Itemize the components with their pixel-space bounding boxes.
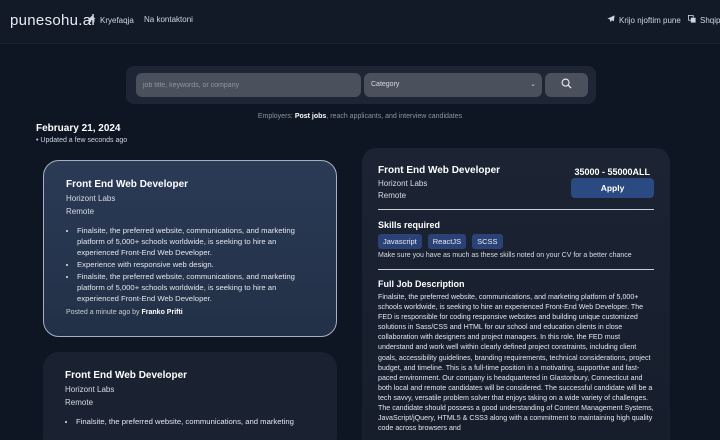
search-icon	[561, 76, 572, 94]
detail-company: Horizont Labs	[378, 179, 428, 188]
search-input[interactable]	[136, 73, 361, 97]
site-logo[interactable]: punesohu.al	[10, 12, 95, 29]
apply-button[interactable]: Apply	[571, 178, 654, 198]
nav-home-label: Kryefaqja	[100, 15, 134, 25]
skills-heading: Skills required	[378, 220, 441, 230]
divider	[378, 209, 654, 210]
employers-suffix: , reach applicants, and interview candid…	[326, 113, 463, 120]
listing-date: February 21, 2024	[36, 123, 121, 134]
job-card-title: Front End Web Developer	[66, 179, 189, 190]
job-card-company: Horizont Labs	[66, 194, 116, 203]
navbar: punesohu.al Kryefaqja Na kontaktoni Krij…	[0, 0, 720, 44]
job-card-title: Front End Web Developer	[65, 370, 188, 381]
job-card-bullet: Experience with responsive web design.	[77, 259, 314, 270]
detail-salary: 35000 - 55000ALL	[574, 167, 650, 177]
updated-status: • Updated a few seconds ago	[36, 137, 128, 144]
language-switcher[interactable]: Shqip	[688, 15, 720, 25]
nav-post-job-label: Krijo njoftim pune	[619, 15, 681, 25]
job-card-bullet: Finalsite, the preferred website, commun…	[76, 416, 315, 427]
category-select-label: Category	[371, 81, 400, 88]
language-label: Shqip	[700, 15, 720, 25]
job-card-posted: Posted a minute ago by Franko Prifti	[66, 309, 314, 316]
job-card-bullets: Finalsite, the preferred website, commun…	[65, 416, 315, 427]
home-icon	[88, 15, 96, 25]
nav-home-link[interactable]: Kryefaqja	[88, 15, 134, 25]
job-card-bullet: Finalsite, the preferred website, commun…	[77, 271, 314, 304]
job-description: Finalsite, the preferred website, commun…	[378, 293, 654, 433]
post-jobs-link[interactable]: Post jobs	[295, 113, 327, 120]
chevron-down-icon: ⌄	[530, 81, 536, 88]
nav-contact-link[interactable]: Na kontaktoni	[144, 15, 193, 24]
translate-icon	[688, 15, 696, 25]
divider	[378, 269, 654, 270]
employers-note: Employers: Post jobs, reach applicants, …	[0, 113, 720, 120]
nav-post-job-link[interactable]: Krijo njoftim pune	[607, 15, 681, 25]
job-card-location: Remote	[66, 207, 95, 216]
paper-plane-icon	[607, 15, 615, 25]
skill-tag: ReactJS	[427, 234, 467, 249]
job-card-location: Remote	[65, 398, 94, 407]
job-card-company: Horizont Labs	[65, 385, 115, 394]
posted-author: Franko Prifti	[141, 309, 183, 316]
skills-note: Make sure you have as much as these skil…	[378, 252, 632, 259]
description-heading: Full Job Description	[378, 279, 465, 289]
search-button[interactable]	[545, 73, 588, 97]
job-card-bullet: Finalsite, the preferred website, commun…	[77, 225, 314, 258]
nav-contact-label: Na kontaktoni	[144, 15, 193, 24]
employers-prefix: Employers:	[257, 113, 293, 120]
detail-title: Front End Web Developer	[378, 165, 501, 176]
skill-tag: Javascript	[378, 234, 422, 249]
skill-tag: SCSS	[472, 234, 503, 249]
posted-time: Posted a minute ago by	[66, 309, 140, 316]
job-detail-panel: Front End Web Developer Horizont Labs Re…	[362, 148, 670, 440]
job-card-bullets: Finalsite, the preferred website, commun…	[66, 225, 314, 304]
job-card-selected[interactable]: Front End Web Developer Horizont Labs Re…	[43, 160, 337, 337]
category-select[interactable]: Category ⌄	[364, 73, 542, 97]
skills-list: Javascript ReactJS SCSS	[378, 234, 503, 249]
detail-location: Remote	[378, 191, 407, 200]
job-card[interactable]: Front End Web Developer Horizont Labs Re…	[43, 352, 337, 440]
search-bar: Category ⌄	[126, 66, 596, 104]
